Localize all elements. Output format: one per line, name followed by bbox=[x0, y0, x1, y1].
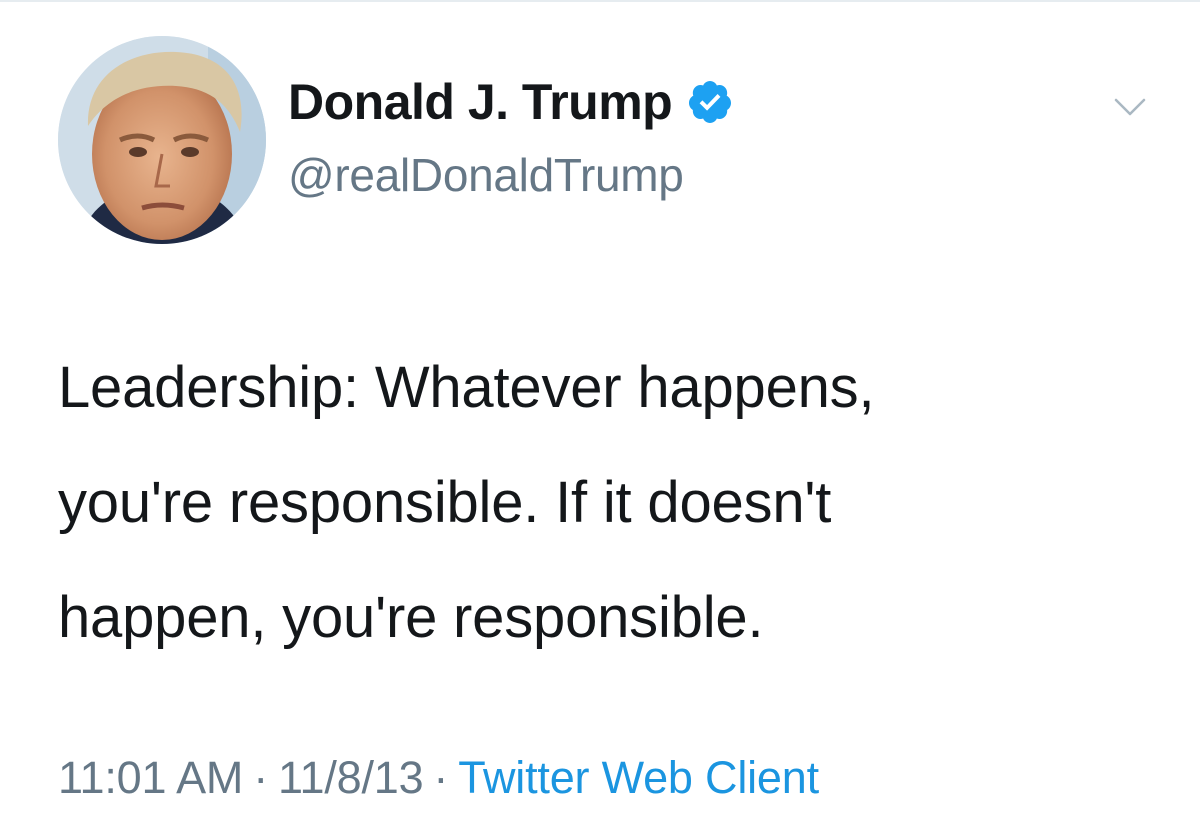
chevron-down-icon[interactable] bbox=[1108, 92, 1152, 122]
tweet-card: Donald J. Trump @realDonaldTrump Leaders… bbox=[0, 0, 1200, 834]
tweet-date[interactable]: 11/8/13 bbox=[278, 752, 424, 803]
tweet-time[interactable]: 11:01 AM bbox=[58, 752, 243, 803]
tweet-text-line: Leadership: Whatever happens, bbox=[58, 355, 875, 420]
tweet-text: Leadership: Whatever happens, you're res… bbox=[58, 330, 1168, 675]
tweet-text-line: happen, you're responsible. bbox=[58, 585, 764, 650]
meta-separator: · bbox=[253, 752, 268, 803]
tweet-source-link[interactable]: Twitter Web Client bbox=[458, 752, 819, 803]
avatar[interactable] bbox=[58, 36, 266, 244]
tweet-text-line: you're responsible. If it doesn't bbox=[58, 470, 832, 535]
meta-separator: · bbox=[433, 752, 449, 803]
author-name-row[interactable]: Donald J. Trump bbox=[288, 70, 734, 134]
author-handle[interactable]: @realDonaldTrump bbox=[288, 148, 684, 202]
profile-photo-icon bbox=[58, 36, 266, 244]
tweet-meta: 11:01 AM · 11/8/13 · Twitter Web Client bbox=[58, 752, 819, 804]
display-name[interactable]: Donald J. Trump bbox=[288, 73, 673, 131]
verified-badge-icon bbox=[686, 78, 734, 126]
